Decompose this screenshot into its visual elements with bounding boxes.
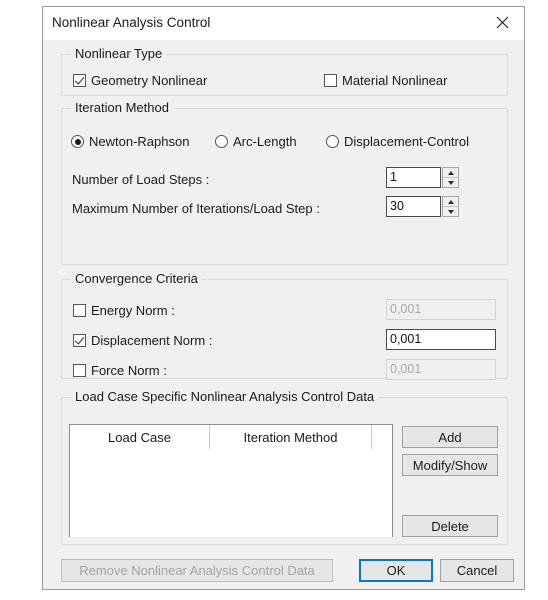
load-steps-label: Number of Load Steps :: [72, 172, 210, 187]
nonlinear-analysis-control-dialog: Nonlinear Analysis Control Nonlinear Typ…: [42, 6, 525, 590]
checkbox-displacement-norm[interactable]: Displacement Norm :: [73, 333, 212, 348]
checkbox-force-norm-box: [73, 364, 86, 377]
displacement-norm-input[interactable]: 0,001: [386, 329, 496, 350]
radio-arc-length[interactable]: Arc-Length: [215, 134, 297, 149]
load-case-table-body: [70, 449, 392, 537]
modify-show-button[interactable]: Modify/Show: [402, 454, 498, 476]
max-iterations-input[interactable]: 30: [386, 196, 441, 217]
dialog-titlebar: Nonlinear Analysis Control: [43, 7, 524, 40]
radio-arc-length-dot: [215, 135, 228, 148]
max-iterations-spinner[interactable]: [442, 196, 459, 217]
load-case-table[interactable]: Load Case Iteration Method: [69, 424, 393, 537]
add-button[interactable]: Add: [402, 426, 498, 448]
close-icon[interactable]: [480, 7, 524, 38]
column-header-iteration-method: Iteration Method: [210, 425, 372, 449]
max-iterations-spinner-down[interactable]: [443, 207, 458, 216]
convergence-criteria-legend: Convergence Criteria: [71, 271, 202, 286]
radio-newton-raphson[interactable]: Newton-Raphson: [71, 134, 189, 149]
radio-displacement-control[interactable]: Displacement-Control: [326, 134, 469, 149]
ok-button[interactable]: OK: [359, 559, 433, 582]
load-case-table-header: Load Case Iteration Method: [70, 425, 392, 449]
iteration-method-legend: Iteration Method: [71, 100, 173, 115]
radio-newton-raphson-dot: [71, 135, 84, 148]
checkbox-force-norm-label: Force Norm :: [91, 363, 167, 378]
radio-arc-length-label: Arc-Length: [233, 134, 297, 149]
load-steps-spinner-up[interactable]: [443, 168, 458, 178]
checkbox-material-nonlinear-box: [324, 74, 337, 87]
dialog-title: Nonlinear Analysis Control: [52, 15, 211, 30]
checkbox-force-norm[interactable]: Force Norm :: [73, 363, 167, 378]
force-norm-input[interactable]: 0,001: [386, 359, 496, 380]
cancel-button[interactable]: Cancel: [440, 559, 514, 582]
checkbox-geometry-nonlinear-label: Geometry Nonlinear: [91, 73, 208, 88]
checkbox-material-nonlinear-label: Material Nonlinear: [342, 73, 448, 88]
nonlinear-type-legend: Nonlinear Type: [71, 46, 167, 61]
max-iterations-spinner-up[interactable]: [443, 197, 458, 207]
checkbox-geometry-nonlinear[interactable]: Geometry Nonlinear: [73, 73, 207, 88]
load-steps-spinner[interactable]: [442, 167, 459, 188]
energy-norm-input[interactable]: 0,001: [386, 299, 496, 320]
radio-displacement-control-dot: [326, 135, 339, 148]
checkbox-energy-norm[interactable]: Energy Norm :: [73, 303, 175, 318]
load-case-legend: Load Case Specific Nonlinear Analysis Co…: [71, 389, 379, 404]
checkbox-displacement-norm-box: [73, 334, 86, 347]
checkbox-energy-norm-box: [73, 304, 86, 317]
column-header-load-case: Load Case: [70, 425, 210, 449]
max-iterations-label: Maximum Number of Iterations/Load Step :: [72, 201, 320, 216]
load-steps-input[interactable]: 1: [386, 167, 441, 188]
remove-nonlinear-analysis-control-data-button[interactable]: Remove Nonlinear Analysis Control Data: [61, 559, 333, 582]
checkbox-geometry-nonlinear-box: [73, 74, 86, 87]
delete-button[interactable]: Delete: [402, 515, 498, 537]
radio-newton-raphson-label: Newton-Raphson: [89, 134, 190, 149]
checkbox-energy-norm-label: Energy Norm :: [91, 303, 175, 318]
load-steps-spinner-down[interactable]: [443, 178, 458, 187]
checkbox-material-nonlinear[interactable]: Material Nonlinear: [324, 73, 448, 88]
radio-displacement-control-label: Displacement-Control: [344, 134, 469, 149]
column-header-spacer: [372, 425, 392, 449]
checkbox-displacement-norm-label: Displacement Norm :: [91, 333, 213, 348]
